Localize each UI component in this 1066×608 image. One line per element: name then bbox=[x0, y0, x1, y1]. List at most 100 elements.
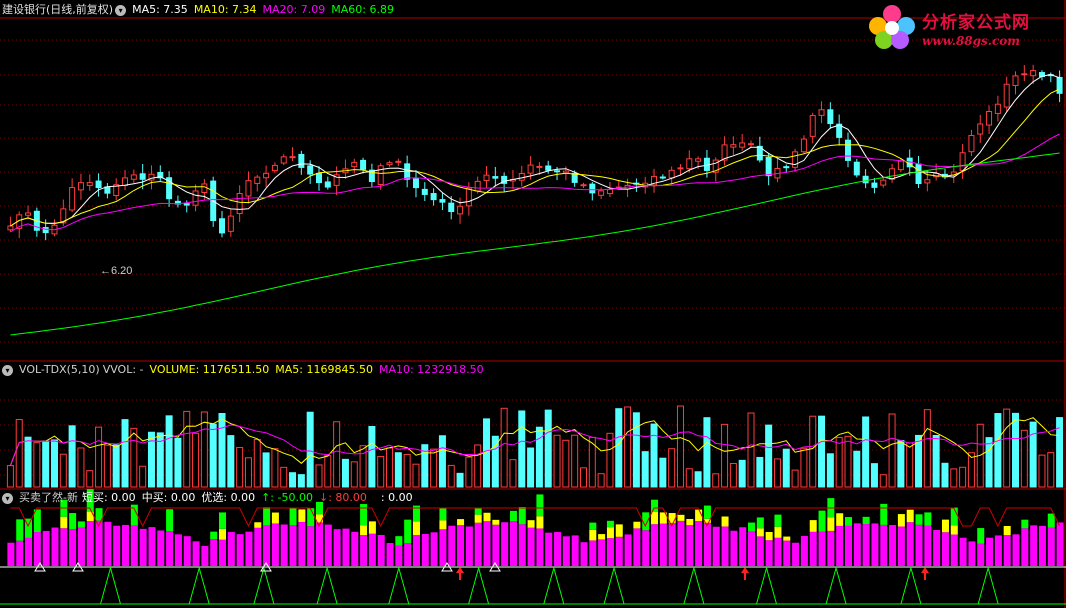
volume-bar bbox=[474, 444, 482, 488]
candle-body bbox=[298, 153, 305, 168]
signal-bar-magenta bbox=[571, 535, 579, 566]
volume-bar bbox=[985, 437, 993, 488]
volume-bar bbox=[747, 412, 755, 488]
volume-bar bbox=[341, 458, 349, 488]
signal-bar-green bbox=[404, 519, 412, 544]
signal-bar-magenta bbox=[756, 536, 764, 566]
candle-body bbox=[1003, 83, 1010, 108]
signal-spike bbox=[188, 566, 210, 605]
red-arrow-icon bbox=[921, 567, 929, 573]
signal-indicator-title[interactable]: 买卖了然-新 bbox=[19, 491, 78, 504]
volume-bar bbox=[315, 464, 323, 488]
signal-bar-magenta bbox=[245, 531, 253, 566]
signal-bar-green bbox=[166, 509, 174, 532]
candle-body bbox=[606, 189, 613, 195]
volume-bar bbox=[879, 474, 887, 488]
volume-bar bbox=[236, 447, 244, 488]
volume-bar bbox=[456, 472, 464, 488]
mid-buy-value: 中买: 0.00 bbox=[141, 491, 196, 504]
volume-bar bbox=[324, 455, 332, 488]
volume-bar bbox=[897, 440, 905, 488]
signal-bar-yellow bbox=[950, 525, 958, 535]
candle-body bbox=[695, 158, 702, 162]
watermark-logo: 分析家公式网 www.88gs.com bbox=[864, 2, 1064, 52]
signal-bar-green bbox=[880, 503, 888, 525]
volume-bar bbox=[174, 437, 182, 488]
signal-bar-magenta bbox=[412, 534, 420, 566]
signal-bar-magenta bbox=[483, 521, 491, 566]
signal-bar-magenta bbox=[386, 543, 394, 566]
volume-bar bbox=[579, 467, 587, 488]
candle-body bbox=[77, 182, 84, 191]
price-panel-title[interactable]: 建设银行(日线,前复权) bbox=[2, 3, 113, 16]
candle-body bbox=[86, 182, 93, 186]
signal-bar-magenta bbox=[562, 536, 570, 566]
signal-bar-yellow bbox=[483, 512, 491, 522]
ma20-value: MA20: 7.09 bbox=[262, 3, 326, 16]
candle-body bbox=[474, 180, 481, 192]
signal-bar-magenta bbox=[844, 525, 852, 566]
candle-body bbox=[924, 179, 931, 184]
chevron-down-icon[interactable]: ▾ bbox=[2, 492, 13, 504]
signal-bar-magenta bbox=[721, 526, 729, 566]
volume-bar bbox=[782, 448, 790, 488]
signal-bar-magenta bbox=[871, 523, 879, 566]
candle-body bbox=[915, 163, 922, 185]
price-panel-header: 建设银行(日线,前复权) ▾ MA5: 7.35 MA10: 7.34 MA20: 7.… bbox=[2, 2, 400, 18]
signal-bar-magenta bbox=[853, 523, 861, 566]
candle-body bbox=[527, 164, 534, 174]
chevron-down-icon[interactable]: ▾ bbox=[115, 4, 127, 16]
signal-bar-magenta bbox=[501, 522, 509, 566]
signal-bar-magenta bbox=[404, 543, 412, 566]
signal-bar-yellow bbox=[686, 518, 694, 526]
volume-indicator-title[interactable]: VOL-TDX(5,10) bbox=[19, 363, 100, 376]
candle-body bbox=[818, 109, 825, 116]
volume-bar bbox=[386, 447, 394, 488]
volume-bar bbox=[959, 466, 967, 488]
signal-bar-magenta bbox=[800, 535, 808, 566]
candle-body bbox=[677, 167, 684, 170]
signal-bar-magenta bbox=[324, 524, 332, 566]
signal-bar-magenta bbox=[580, 542, 588, 566]
volume-bar bbox=[738, 459, 746, 488]
stock-chart-canvas[interactable] bbox=[0, 0, 1066, 608]
candle-body bbox=[69, 187, 76, 211]
candle-body bbox=[827, 109, 834, 125]
down-arrow-value: ↓: 80.00 bbox=[318, 491, 367, 504]
candle-body bbox=[104, 186, 111, 194]
candle-body bbox=[977, 123, 984, 135]
signal-bar-magenta bbox=[765, 540, 773, 566]
candle-body bbox=[95, 180, 102, 189]
signal-bar-yellow bbox=[474, 514, 482, 523]
signal-bar-magenta bbox=[289, 525, 297, 566]
signal-bar-magenta bbox=[730, 530, 738, 566]
signal-bar-green bbox=[360, 504, 368, 526]
signal-bar-magenta bbox=[192, 541, 200, 566]
candle-body bbox=[536, 165, 543, 168]
volume-bar bbox=[1029, 421, 1037, 488]
signal-bar-green bbox=[774, 514, 782, 527]
volume-bar bbox=[615, 408, 623, 488]
candle-body bbox=[289, 156, 296, 159]
candle-body bbox=[1030, 70, 1037, 77]
candle-body bbox=[219, 218, 226, 234]
signal-bar-yellow bbox=[492, 519, 500, 525]
signal-bar-magenta bbox=[915, 524, 923, 566]
candle-body bbox=[853, 161, 860, 176]
chevron-down-icon[interactable]: ▾ bbox=[2, 364, 13, 376]
signal-panel-header: ▾ 买卖了然-新 短买: 0.00 中买: 0.00 优选: 0.00 ↑: -50.00… bbox=[2, 490, 419, 506]
volume-bar bbox=[262, 452, 270, 488]
volume-bar bbox=[721, 423, 729, 488]
signal-bar-green bbox=[474, 507, 482, 515]
ma60-value: MA60: 6.89 bbox=[331, 3, 394, 16]
signal-bar-magenta bbox=[606, 538, 614, 566]
signal-bar-magenta bbox=[509, 521, 517, 566]
volume-bar bbox=[447, 464, 455, 488]
signal-bar-green bbox=[509, 510, 517, 522]
signal-bar-magenta bbox=[809, 531, 817, 566]
signal-bar-yellow bbox=[606, 527, 614, 539]
signal-bar-yellow bbox=[368, 521, 376, 534]
signal-bar-magenta bbox=[748, 531, 756, 566]
candle-body bbox=[421, 188, 428, 195]
signal-bar-magenta bbox=[395, 545, 403, 566]
